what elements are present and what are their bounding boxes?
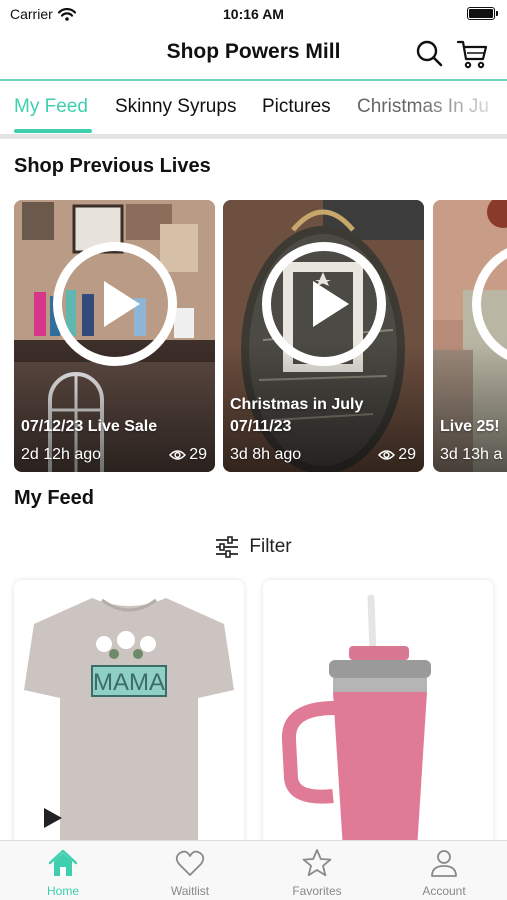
tab-account[interactable]: Account [381,841,507,900]
home-icon [48,849,78,876]
header-divider [0,79,507,81]
live-title: Live 25! [440,416,500,438]
person-icon [431,850,457,877]
search-button[interactable] [414,38,446,70]
live-meta: 3d 13h a [440,446,507,464]
battery-icon [467,7,498,20]
live-title-line1: Christmas in July [230,396,364,413]
tab-favorites-label: Favorites [292,884,342,898]
views-value: 29 [398,446,416,463]
product-image [281,594,431,880]
play-icon[interactable] [53,242,177,366]
category-tabs: My Feed Skinny Syrups Pictures Christmas… [0,82,507,138]
heart-icon [175,850,205,876]
feed-section-title: My Feed [14,487,95,509]
live-title-line2: 07/11/23 [230,418,292,435]
tab-pictures[interactable]: Pictures [262,96,331,118]
product-card[interactable] [263,580,493,880]
live-time-ago: 3d 8h ago [230,446,302,463]
live-title: 07/12/23 Live Sale [21,416,157,438]
live-time-ago: 3d 13h a [440,446,503,463]
status-bar: Carrier 10:16 AM [0,0,507,30]
star-icon [302,849,332,877]
section-divider [0,134,507,139]
lives-section-title: Shop Previous Lives [14,155,211,177]
shirt-text: MAMA [93,669,165,696]
views-count: 29 [378,446,416,464]
tab-waitlist[interactable]: Waitlist [127,841,253,900]
tab-account-label: Account [422,884,466,898]
cart-button[interactable] [456,38,488,70]
product-card[interactable]: MAMA [14,580,244,880]
bottom-tab-bar: Home Waitlist Favorites Account [0,840,507,900]
video-play-icon[interactable] [42,806,64,830]
active-tab-indicator [14,129,92,133]
sliders-icon [216,536,239,558]
live-title: Christmas in July 07/11/23 [230,394,363,438]
live-meta: 2d 12h ago 29 [21,446,207,464]
play-icon[interactable] [262,242,386,366]
live-time-ago: 2d 12h ago [21,446,102,463]
views-count: 29 [169,446,207,464]
cart-icon [456,40,488,69]
live-card[interactable]: 07/12/23 Live Sale 2d 12h ago 29 [14,200,215,472]
search-icon [416,40,443,67]
tab-my-feed[interactable]: My Feed [14,96,88,118]
tab-waitlist-label: Waitlist [170,884,210,898]
live-title-line2: 07/12/23 Live Sale [21,418,158,435]
tab-home-label: Home [46,884,79,898]
live-card[interactable]: Live 25! 3d 13h a [433,200,507,472]
eye-icon [169,450,187,460]
status-time: 10:16 AM [223,6,284,22]
tab-home[interactable]: Home [0,841,126,900]
live-meta: 3d 8h ago 29 [230,446,416,464]
filter-button[interactable]: Filter [0,532,507,562]
app-header: Shop Powers Mill [0,30,507,78]
tab-skinny-syrups[interactable]: Skinny Syrups [115,96,236,118]
tabs-fade [417,82,507,132]
filter-label: Filter [249,536,292,557]
eye-icon [378,450,396,460]
product-image: MAMA [24,598,234,880]
live-title-line2: Live 25! [440,418,500,435]
tab-favorites[interactable]: Favorites [254,841,380,900]
live-card[interactable]: Christmas in July 07/11/23 3d 8h ago 29 [223,200,424,472]
lives-carousel[interactable]: 07/12/23 Live Sale 2d 12h ago 29 Christm… [0,200,507,472]
views-value: 29 [189,446,207,463]
